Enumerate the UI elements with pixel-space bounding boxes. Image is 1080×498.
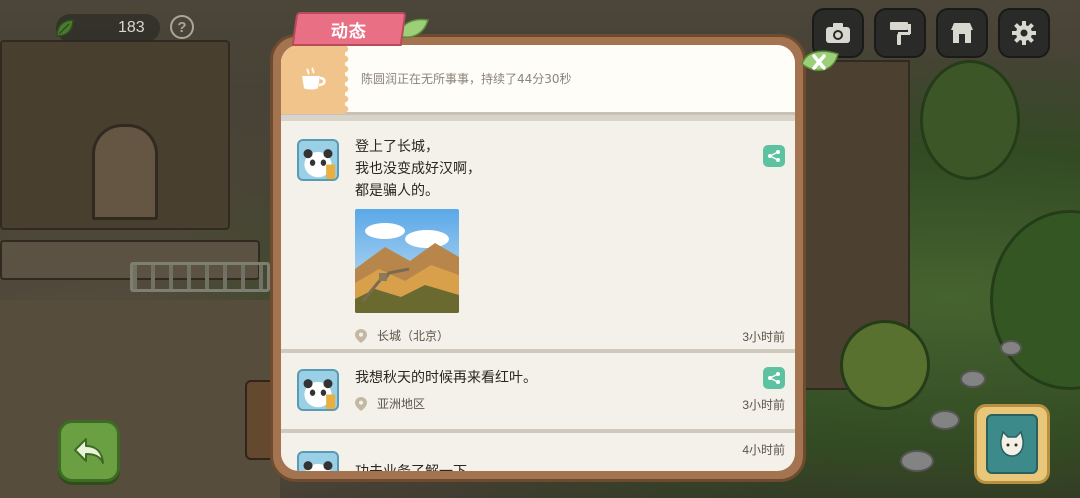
tab-moments[interactable]: 动态 <box>291 12 407 46</box>
post-location-text: 长城（北京） <box>377 329 450 343</box>
location-pin-icon <box>355 328 367 343</box>
currency-value: 183 <box>118 19 145 36</box>
post-location: 长城（北京） <box>355 327 449 344</box>
currency-counter: 183 <box>56 14 160 42</box>
camera-icon <box>826 23 850 43</box>
share-icon <box>768 372 780 384</box>
moments-panel: 陈圆润正在无所事事，持续了44分30秒 登上了长城， 我也没变成好汉啊， 都是骗… <box>270 34 806 482</box>
post-location-text: 亚洲地区 <box>377 397 426 411</box>
avatar[interactable] <box>297 139 339 181</box>
post-text: 功夫业务了解一下 <box>355 461 467 471</box>
avatar[interactable] <box>297 451 339 471</box>
post-text: 登上了长城， 我也没变成好汉啊， 都是骗人的。 <box>355 139 481 199</box>
post-time: 4小时前 <box>742 443 785 457</box>
location-pin-icon <box>355 396 367 411</box>
status-text: 陈圆润正在无所事事，持续了44分30秒 <box>361 72 572 86</box>
album-book-button[interactable] <box>974 404 1050 484</box>
post-card: 登上了长城， 我也没变成好汉啊， 都是骗人的。 长城（北京） 3小时前 <box>281 121 795 353</box>
back-arrow-icon <box>74 438 104 464</box>
paint-roller-button[interactable] <box>874 8 926 58</box>
post-photo-great-wall[interactable] <box>355 209 459 313</box>
post-card: 4小时前 功夫业务了解一下 <box>281 433 795 471</box>
post-text: 我想秋天的时候再来看红叶。 <box>355 370 537 386</box>
coffee-cup-icon <box>302 66 326 89</box>
status-icon-box <box>281 45 351 114</box>
shop-icon <box>951 23 973 43</box>
share-icon <box>768 150 780 162</box>
moments-feed[interactable]: 登上了长城， 我也没变成好汉啊， 都是骗人的。 长城（北京） 3小时前 我想秋天… <box>281 121 795 471</box>
share-button[interactable] <box>763 367 785 389</box>
post-location: 亚洲地区 <box>355 395 425 412</box>
avatar[interactable] <box>297 369 339 411</box>
gear-icon <box>1012 21 1036 45</box>
leaf-icon <box>52 15 78 41</box>
tab-moments-label: 动态 <box>331 21 367 42</box>
close-button[interactable] <box>800 46 840 78</box>
post-time: 3小时前 <box>742 398 785 412</box>
paint-roller-icon <box>890 22 911 45</box>
moments-panel-inner: 陈圆润正在无所事事，持续了44分30秒 登上了长城， 我也没变成好汉啊， 都是骗… <box>281 45 795 471</box>
back-button[interactable] <box>58 420 120 482</box>
share-button[interactable] <box>763 145 785 167</box>
shop-button[interactable] <box>936 8 988 58</box>
cat-book-icon <box>986 414 1038 474</box>
post-time: 3小时前 <box>742 330 785 344</box>
help-icon[interactable]: ? <box>170 15 194 39</box>
settings-button[interactable] <box>998 8 1050 58</box>
activity-status-bar: 陈圆润正在无所事事，持续了44分30秒 <box>281 45 795 115</box>
post-card: 我想秋天的时候再来看红叶。 亚洲地区 3小时前 <box>281 353 795 433</box>
